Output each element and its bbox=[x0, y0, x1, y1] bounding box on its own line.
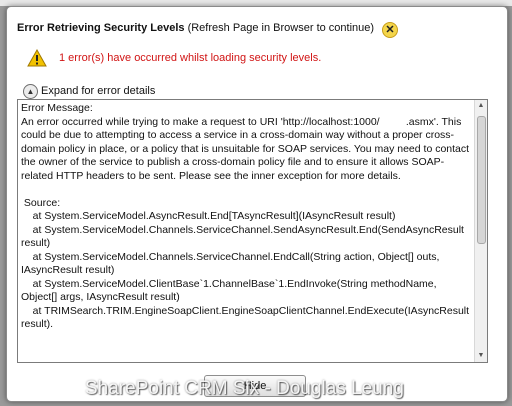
expand-details-link[interactable]: Expand for error details bbox=[41, 85, 155, 97]
close-icon[interactable]: ✕ bbox=[382, 22, 398, 38]
error-summary-text: 1 error(s) have occurred whilst loading … bbox=[59, 52, 322, 64]
dialog-title-note: (Refresh Page in Browser to continue) bbox=[187, 22, 375, 34]
error-dialog: Error Retrieving Security Levels (Refres… bbox=[6, 6, 508, 402]
error-details-content: Error Message: An error occurred while t… bbox=[21, 102, 470, 330]
scroll-thumb[interactable] bbox=[477, 116, 486, 244]
scroll-up-arrow-icon[interactable]: ▲ bbox=[475, 100, 487, 112]
dialog-title: Error Retrieving Security Levels (Refres… bbox=[17, 22, 374, 34]
scroll-down-arrow-icon[interactable]: ▼ bbox=[475, 350, 487, 362]
warning-icon bbox=[27, 49, 47, 67]
dialog-title-bold: Error Retrieving Security Levels bbox=[17, 22, 185, 34]
expand-collapse-icon[interactable]: ▲ bbox=[23, 84, 38, 99]
error-details-textbox[interactable]: Error Message: An error occurred while t… bbox=[17, 99, 488, 363]
details-scrollbar[interactable]: ▲ ▼ bbox=[474, 100, 487, 362]
watermark-text: SharePoint CRM Six - Douglas Leung bbox=[85, 378, 404, 399]
